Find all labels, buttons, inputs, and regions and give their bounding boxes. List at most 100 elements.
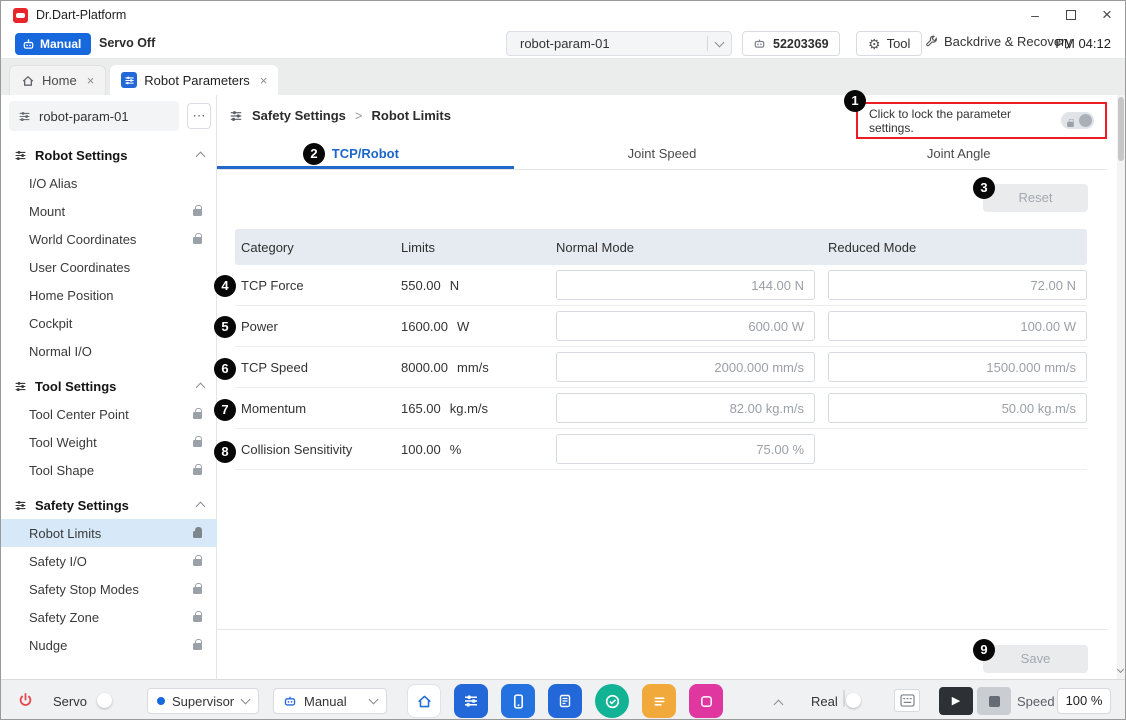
item-label: Cockpit <box>29 316 202 331</box>
annotation-5: 5 <box>214 316 236 338</box>
operation-mode-select[interactable]: Manual <box>273 688 387 714</box>
section-safety-settings[interactable]: Safety Settings <box>1 491 217 519</box>
lock-icon <box>193 643 202 650</box>
toggle-knob <box>846 693 861 708</box>
row-limit: 100.00% <box>401 442 552 457</box>
tool-button-label: Tool <box>887 36 911 51</box>
sidebar-item-robot-limits[interactable]: Robot Limits <box>1 519 217 547</box>
statusbar: Servo Supervisor Manual <box>1 679 1125 720</box>
pendant-icon <box>510 693 527 710</box>
minimize-button[interactable]: – <box>1017 1 1053 29</box>
breadcrumb-page: Robot Limits <box>372 108 451 123</box>
sidebar-item-safety-stop-modes[interactable]: Safety Stop Modes <box>1 575 217 603</box>
controller-serial-badge[interactable]: 52203369 <box>742 31 840 56</box>
param-name-field[interactable]: robot-param-01 <box>9 101 179 131</box>
clock-text: PM 04:12 <box>1055 36 1111 51</box>
backdrive-recovery-label: Backdrive & Recovery <box>944 34 1072 49</box>
normal-mode-input[interactable] <box>556 270 815 300</box>
sliders-icon <box>18 110 31 123</box>
normal-mode-input[interactable] <box>556 393 815 423</box>
chevron-up-icon <box>196 502 206 512</box>
servo-label: Servo <box>53 694 87 709</box>
home-app-button[interactable] <box>407 684 441 718</box>
normal-mode-input[interactable] <box>556 352 815 382</box>
status-app-button[interactable] <box>595 684 629 718</box>
jog-app-button[interactable] <box>501 684 535 718</box>
speed-value-box[interactable]: 100 % <box>1057 688 1111 714</box>
tab-home[interactable]: Home × <box>9 65 106 95</box>
tab-joint-speed[interactable]: Joint Speed <box>514 141 811 169</box>
sidebar-item-tool-center-point[interactable]: Tool Center Point <box>1 400 217 428</box>
sidebar-item-safety-zone[interactable]: Safety Zone <box>1 603 217 631</box>
sidebar-item-home-position[interactable]: Home Position <box>1 281 217 309</box>
close-button[interactable]: × <box>1089 1 1125 29</box>
tab-home-close-icon[interactable]: × <box>87 73 95 88</box>
minimize-icon: – <box>1031 7 1039 23</box>
sidebar-item-mount[interactable]: Mount <box>1 197 217 225</box>
sidebar-item-nudge[interactable]: Nudge <box>1 631 217 659</box>
item-label: I/O Alias <box>29 176 202 191</box>
play-button[interactable]: ▶ <box>939 687 973 715</box>
sidebar-item-io-alias[interactable]: I/O Alias <box>1 169 217 197</box>
manual-mode-button[interactable]: Manual <box>15 33 91 55</box>
tab-robot-parameters[interactable]: Robot Parameters × <box>110 65 278 95</box>
reduced-mode-input[interactable] <box>828 393 1087 423</box>
backdrive-recovery-button[interactable]: Backdrive & Recovery <box>925 34 1072 49</box>
item-label: Tool Weight <box>29 435 193 450</box>
tab-robot-parameters-close-icon[interactable]: × <box>260 73 268 88</box>
robot-icon <box>22 38 35 51</box>
scrollbar-thumb[interactable] <box>1118 97 1124 161</box>
maximize-button[interactable] <box>1053 1 1089 29</box>
param-file-select[interactable]: robot-param-01 <box>506 31 732 56</box>
power-icon[interactable] <box>17 692 34 709</box>
reduced-mode-input[interactable] <box>828 311 1087 341</box>
reset-button[interactable]: Reset <box>983 184 1088 212</box>
dock-expand-chevron-icon[interactable] <box>774 700 784 710</box>
tool-button[interactable]: ⚙ Tool <box>856 31 922 56</box>
close-icon: × <box>1102 5 1112 25</box>
save-button[interactable]: Save <box>983 645 1088 673</box>
tab-joint-angle[interactable]: Joint Angle <box>810 141 1107 169</box>
scrollbar[interactable] <box>1117 95 1126 679</box>
normal-mode-input[interactable] <box>556 434 815 464</box>
sidebar-item-world-coordinates[interactable]: World Coordinates <box>1 225 217 253</box>
reduced-mode-input[interactable] <box>828 352 1087 382</box>
maximize-icon <box>1066 10 1076 20</box>
sidebar-item-safety-io[interactable]: Safety I/O <box>1 547 217 575</box>
stop-icon <box>989 696 1000 707</box>
sidebar-item-tool-shape[interactable]: Tool Shape <box>1 456 217 484</box>
table-row-tcp-force: TCP Force 550.00N <box>235 265 1087 306</box>
real-mode-toggle[interactable] <box>843 690 845 707</box>
lock-icon <box>193 587 202 594</box>
message-app-button[interactable] <box>689 684 723 718</box>
chevron-down-icon <box>241 695 251 705</box>
operation-mode-value: Manual <box>304 694 363 709</box>
robot-parameters-app-button[interactable] <box>454 684 488 718</box>
section-tool-settings[interactable]: Tool Settings <box>1 372 217 400</box>
sidebar-item-cockpit[interactable]: Cockpit <box>1 309 217 337</box>
sidebar-item-tool-weight[interactable]: Tool Weight <box>1 428 217 456</box>
task-app-button[interactable] <box>548 684 582 718</box>
section-robot-settings[interactable]: Robot Settings <box>1 141 217 169</box>
virtual-keypad-button[interactable] <box>894 689 920 712</box>
col-header-category: Category <box>235 240 401 255</box>
scroll-down-arrow[interactable] <box>1118 660 1123 675</box>
stop-button[interactable] <box>977 687 1011 715</box>
item-label: Home Position <box>29 288 202 303</box>
window-title: Dr.Dart-Platform <box>36 8 126 22</box>
normal-mode-input[interactable] <box>556 311 815 341</box>
param-more-button[interactable]: ⋯ <box>187 103 211 129</box>
item-label: Normal I/O <box>29 344 202 359</box>
lock-icon <box>193 468 202 475</box>
log-app-button[interactable] <box>642 684 676 718</box>
sliders-icon <box>14 499 27 512</box>
lock-toggle[interactable] <box>1061 112 1094 129</box>
role-select[interactable]: Supervisor <box>147 688 259 714</box>
toolbar: Manual Servo Off robot-param-01 52203369… <box>1 29 1125 59</box>
sidebar-item-normal-io[interactable]: Normal I/O <box>1 337 217 365</box>
tab-tcp-robot[interactable]: TCP/Robot <box>217 141 514 169</box>
sidebar-item-user-coordinates[interactable]: User Coordinates <box>1 253 217 281</box>
annotation-9: 9 <box>973 639 995 661</box>
reduced-mode-input[interactable] <box>828 270 1087 300</box>
wrench-icon <box>925 35 938 48</box>
